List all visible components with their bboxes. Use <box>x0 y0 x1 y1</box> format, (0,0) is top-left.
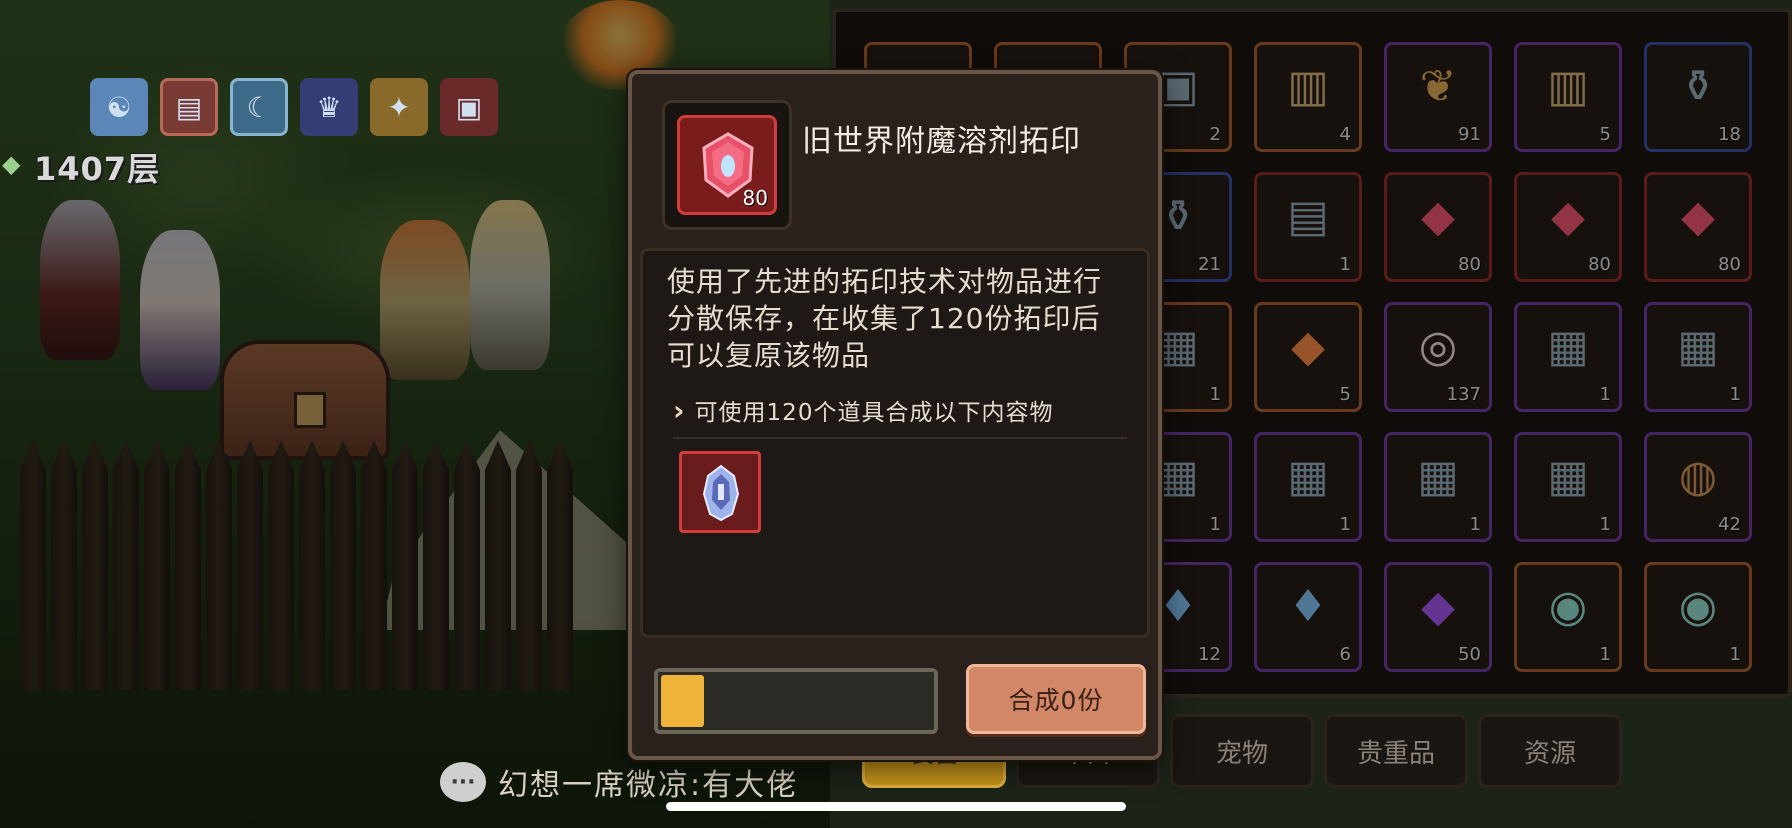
combine-progress-bar[interactable] <box>654 668 938 734</box>
status-icon[interactable]: ♛ <box>300 78 358 136</box>
description-box[interactable]: 使用了先进的拓印技术对物品进行分散保存，在收集了120份拓印后可以复原该物品 ›… <box>640 248 1150 638</box>
chat-message: 幻想一席微凉:有大佬 <box>498 768 799 803</box>
divider <box>673 437 1127 439</box>
item-icon: 80 <box>677 115 777 215</box>
recipe-header: › 可使用120个道具合成以下内容物 <box>673 393 1053 427</box>
status-icon[interactable]: ▣ <box>440 78 498 136</box>
chat-bubble-icon[interactable]: ··· <box>440 762 486 802</box>
status-icon[interactable]: ☯ <box>90 78 148 136</box>
tab-resources[interactable]: 资源 <box>1478 714 1622 788</box>
combine-button[interactable]: 合成0份 <box>966 664 1146 734</box>
tab-pets[interactable]: 宠物 <box>1170 714 1314 788</box>
home-indicator[interactable] <box>666 802 1126 811</box>
chat-bar[interactable]: ··· 幻想一席微凉:有大佬 <box>440 760 798 804</box>
gem-icon: ◆ <box>2 150 21 178</box>
crystal-helmet-icon <box>702 464 740 522</box>
tab-valuables[interactable]: 贵重品 <box>1324 714 1468 788</box>
item-title: 旧世界附魔溶剂拓印 <box>802 124 1081 159</box>
status-icon[interactable]: ☾ <box>230 78 288 136</box>
item-icon-frame: 80 <box>662 100 792 230</box>
status-icon-bar: ☯ ▤ ☾ ♛ ✦ ▣ <box>90 78 498 136</box>
item-detail-popup: 80 旧世界附魔溶剂拓印 使用了先进的拓印技术对物品进行分散保存，在收集了120… <box>628 70 1162 760</box>
status-icon[interactable]: ✦ <box>370 78 428 136</box>
status-icon[interactable]: ▤ <box>160 78 218 136</box>
game-screen: ☯ ▤ ☾ ♛ ✦ ▣ ◆ 1407层 ··· 幻想一席微凉:有大佬 ▣ 2 ▥ 4 ❦… <box>0 0 1792 828</box>
item-description: 使用了先进的拓印技术对物品进行分散保存，在收集了120份拓印后可以复原该物品 <box>667 265 1103 372</box>
floor-label: 1407层 <box>34 150 161 188</box>
result-item-slot[interactable] <box>679 451 761 533</box>
recipe-text: 可使用120个道具合成以下内容物 <box>694 400 1054 426</box>
item-count: 80 <box>742 186 768 210</box>
chevron-right-icon: › <box>673 393 685 427</box>
progress-fill <box>661 675 704 727</box>
